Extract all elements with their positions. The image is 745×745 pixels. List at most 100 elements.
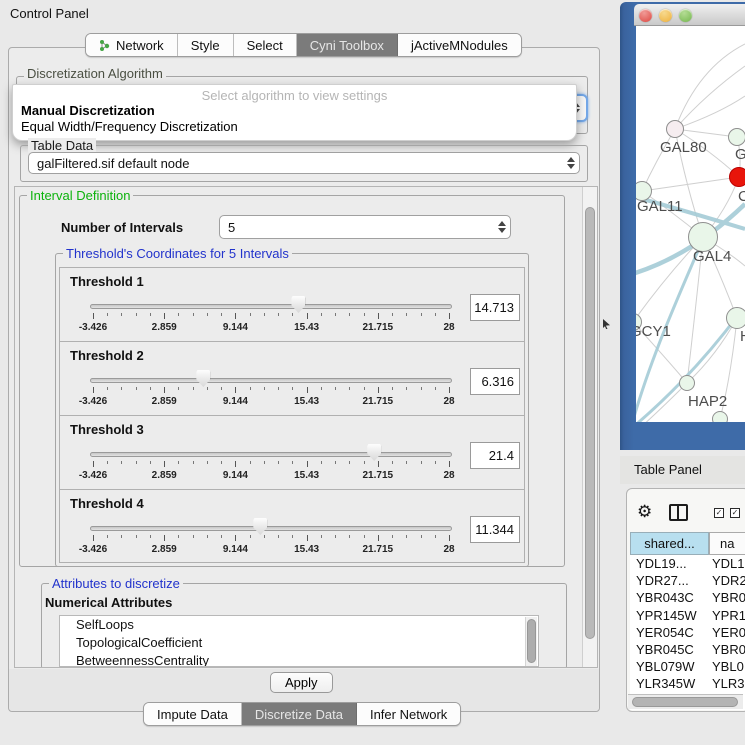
tab-cyni-toolbox[interactable]: Cyni Toolbox bbox=[297, 34, 398, 56]
list-scrollbar-thumb[interactable] bbox=[527, 619, 536, 663]
settings-scrollpane: Interval Definition Number of Intervals … bbox=[14, 186, 598, 668]
table-hscrollbar-thumb[interactable] bbox=[632, 697, 738, 707]
list-item[interactable]: BetweennessCentrality bbox=[60, 652, 538, 667]
tab-jactivemnodules[interactable]: jActiveMNodules bbox=[398, 34, 521, 56]
popup-options: Manual DiscretizationEqual Width/Frequen… bbox=[13, 102, 576, 134]
mac-zoom-icon[interactable] bbox=[679, 9, 692, 22]
node-hap2[interactable] bbox=[679, 375, 695, 391]
mouse-cursor bbox=[603, 319, 610, 329]
tick-label: -3.426 bbox=[79, 322, 107, 333]
table-data-combobox[interactable]: galFiltered.sif default node bbox=[28, 152, 580, 174]
tick-label: 9.144 bbox=[223, 322, 248, 333]
tick-label: -3.426 bbox=[79, 396, 107, 407]
table-data-combo-value: galFiltered.sif default node bbox=[29, 156, 563, 171]
tab-infer-network[interactable]: Infer Network bbox=[357, 703, 460, 725]
popup-option[interactable]: Manual Discretization bbox=[13, 102, 576, 118]
slider-thumb[interactable] bbox=[196, 370, 210, 387]
column-header-name[interactable]: na bbox=[709, 532, 745, 555]
tick-label: 21.715 bbox=[363, 396, 394, 407]
threshold-row: Threshold 1 -3.4262.8599.14415.4321.7152… bbox=[60, 268, 524, 342]
checkbox-checked-icon[interactable]: ✓ bbox=[730, 508, 740, 518]
column-header-shared[interactable]: shared... bbox=[630, 532, 709, 555]
list-scrollbar[interactable] bbox=[525, 617, 537, 667]
combo-stepper-icon bbox=[563, 153, 579, 173]
tab-impute-data[interactable]: Impute Data bbox=[144, 703, 242, 725]
tick-label: 28 bbox=[443, 544, 454, 555]
tick-label: -3.426 bbox=[79, 544, 107, 555]
table-row[interactable]: YBR045CYBR0 bbox=[630, 641, 745, 658]
table-row[interactable]: YPR145WYPR1 bbox=[630, 607, 745, 624]
panel-scrollbar-thumb[interactable] bbox=[585, 207, 595, 639]
table-row[interactable]: YDR27...YDR2 bbox=[630, 572, 745, 589]
network-icon bbox=[99, 39, 110, 52]
node-selected-red[interactable] bbox=[729, 167, 745, 187]
tick-label: 2.859 bbox=[152, 322, 177, 333]
tab-style[interactable]: Style bbox=[178, 34, 234, 56]
table-row[interactable]: YLR345WYLR3 bbox=[630, 675, 745, 692]
tab-network[interactable]: Network bbox=[86, 34, 178, 56]
window-title: Control Panel bbox=[10, 6, 89, 21]
network-view-canvas[interactable]: GAL80 GA C GAL11 GAL4 GCY1 H HAP2 bbox=[636, 26, 745, 422]
mac-close-icon[interactable] bbox=[639, 9, 652, 22]
tick-label: 9.144 bbox=[223, 544, 248, 555]
attributes-group-title: Attributes to discretize bbox=[49, 576, 183, 591]
numerical-attributes-list[interactable]: SelfLoopsTopologicalCoefficientBetweenne… bbox=[59, 615, 539, 667]
table-data-title: Table Data bbox=[28, 138, 96, 153]
threshold-row: Threshold 3 -3.4262.8599.14415.4321.7152… bbox=[60, 416, 524, 490]
tick-label: 21.715 bbox=[363, 544, 394, 555]
slider-thumb[interactable] bbox=[291, 296, 305, 313]
tick-label: 9.144 bbox=[223, 470, 248, 481]
table-row[interactable]: YER054CYER0 bbox=[630, 624, 745, 641]
table-row[interactable]: YBL079WYBL0 bbox=[630, 658, 745, 675]
table-panel-titlebar: Table Panel bbox=[620, 456, 745, 484]
node-right-mid[interactable] bbox=[726, 307, 745, 329]
tab-discretize-data[interactable]: Discretize Data bbox=[242, 703, 357, 725]
threshold-value-field[interactable]: 21.4 bbox=[470, 442, 520, 469]
table-row[interactable]: YDL19...YDL1 bbox=[630, 555, 745, 572]
thresholds-viewport: Threshold 1 -3.4262.8599.14415.4321.7152… bbox=[59, 267, 525, 563]
node-label: H bbox=[740, 328, 745, 345]
control-panel-tabbar: NetworkStyleSelectCyni ToolboxjActiveMNo… bbox=[85, 33, 522, 57]
threshold-row: Threshold 2 -3.4262.8599.14415.4321.7152… bbox=[60, 342, 524, 416]
checkbox-checked-icon[interactable]: ✓ bbox=[714, 508, 724, 518]
tick-label: 15.43 bbox=[294, 470, 319, 481]
tab-select[interactable]: Select bbox=[234, 34, 297, 56]
node-unnamed-top-right[interactable] bbox=[728, 128, 745, 146]
tick-label: 15.43 bbox=[294, 544, 319, 555]
threshold-value-field[interactable]: 14.713 bbox=[470, 294, 520, 321]
number-of-intervals-combobox[interactable]: 5 bbox=[219, 215, 511, 239]
node-gal80[interactable] bbox=[666, 120, 684, 138]
table-row[interactable]: YBR043CYBR0 bbox=[630, 589, 745, 606]
table-hscrollbar[interactable] bbox=[628, 694, 743, 709]
list-item[interactable]: TopologicalCoefficient bbox=[60, 634, 538, 652]
slider-thumb[interactable] bbox=[367, 444, 381, 461]
threshold-value-field[interactable]: 11.344 bbox=[470, 516, 520, 543]
settings-gear-icon[interactable]: ⚙ bbox=[637, 502, 652, 522]
network-edges bbox=[636, 26, 745, 422]
list-item[interactable]: SelfLoops bbox=[60, 616, 538, 634]
tick-label: -3.426 bbox=[79, 470, 107, 481]
table-panel-title: Table Panel bbox=[634, 462, 702, 477]
combo-stepper-icon bbox=[494, 216, 510, 238]
node-label: HAP2 bbox=[688, 393, 727, 410]
node-label: C bbox=[738, 188, 745, 205]
mac-minimize-icon[interactable] bbox=[659, 9, 672, 22]
threshold-value-field[interactable]: 6.316 bbox=[470, 368, 520, 395]
tick-label: 9.144 bbox=[223, 396, 248, 407]
panel-scrollbar[interactable] bbox=[582, 187, 597, 667]
node-bottom-cut[interactable] bbox=[712, 411, 728, 422]
apply-button[interactable]: Apply bbox=[270, 672, 333, 693]
tick-label: 28 bbox=[443, 470, 454, 481]
tick-label: 21.715 bbox=[363, 470, 394, 481]
number-of-intervals-label: Number of Intervals bbox=[61, 220, 183, 235]
tick-label: 2.859 bbox=[152, 396, 177, 407]
slider-thumb[interactable] bbox=[253, 518, 267, 535]
popup-option[interactable]: Equal Width/Frequency Discretization bbox=[13, 118, 576, 134]
node-label: GAL80 bbox=[660, 139, 707, 156]
thresholds-group-title: Threshold's Coordinates for 5 Intervals bbox=[63, 246, 292, 261]
node-label: GA bbox=[735, 146, 745, 163]
numerical-attributes-label: Numerical Attributes bbox=[45, 595, 172, 610]
split-columns-icon[interactable] bbox=[669, 504, 688, 521]
cyni-bottom-tabbar: Impute DataDiscretize DataInfer Network bbox=[143, 702, 461, 726]
control-panel-titlebar: Control Panel bbox=[0, 0, 620, 26]
